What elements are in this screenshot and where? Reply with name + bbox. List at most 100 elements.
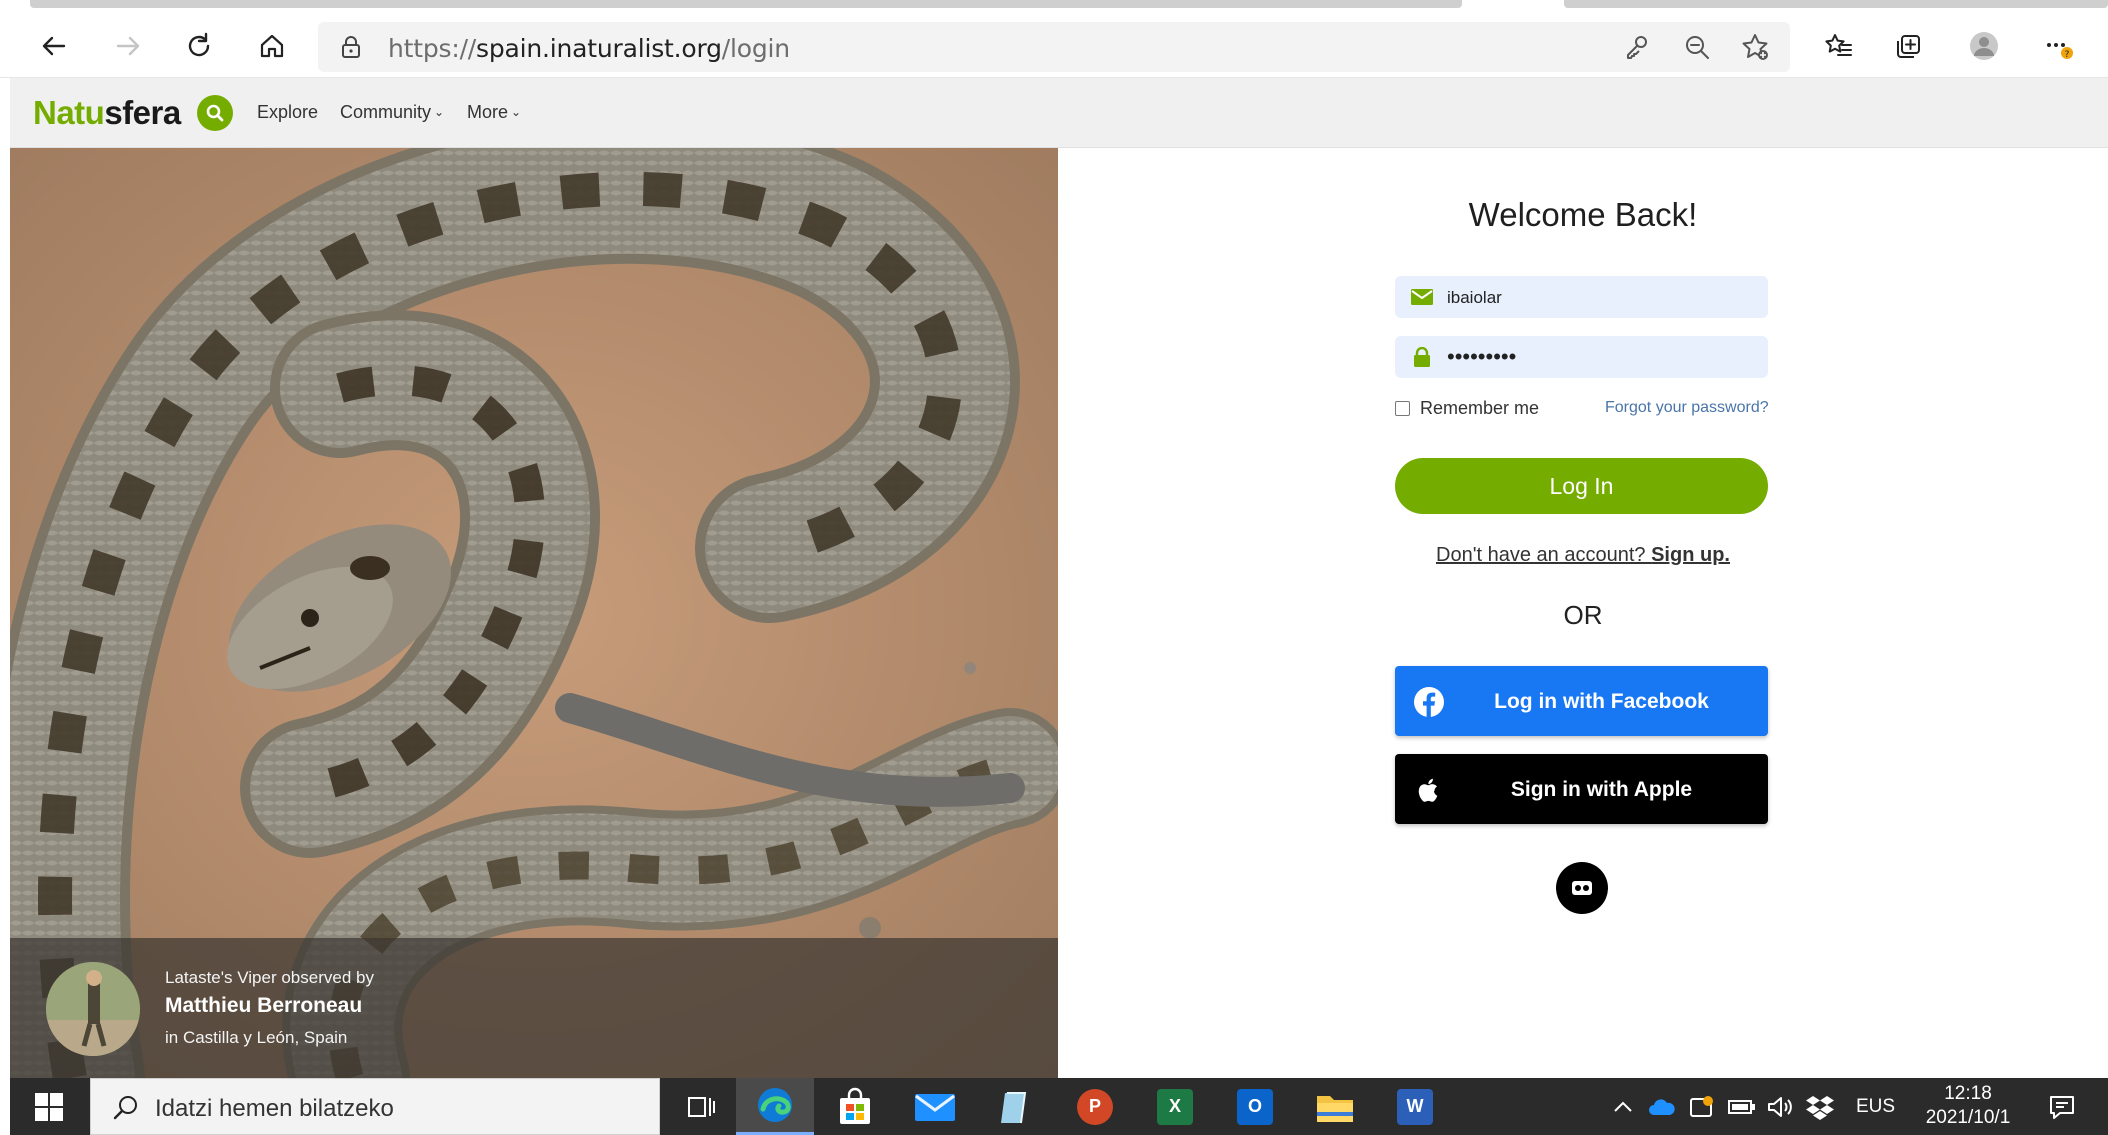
home-button[interactable]: [250, 24, 294, 68]
password-value: •••••••••: [1447, 344, 1517, 369]
url-host: spain.inaturalist.org: [476, 34, 722, 63]
observer-photo: [46, 962, 140, 1056]
url-text[interactable]: https://spain.inaturalist.org/login: [388, 34, 790, 63]
back-button[interactable]: [32, 24, 76, 68]
file-explorer-taskbar-button[interactable]: [1296, 1078, 1374, 1135]
page-title: Welcome Back!: [1468, 196, 1698, 233]
favorites-icon: [1825, 34, 1852, 56]
key-icon[interactable]: [1622, 32, 1652, 62]
taskbar-search[interactable]: Idatzi hemen bilatzeko: [90, 1078, 660, 1135]
flickr-icon: [1572, 881, 1592, 895]
address-bar[interactable]: https://spain.inaturalist.org/login: [318, 22, 1790, 72]
word-icon: W: [1397, 1088, 1433, 1125]
action-center-button[interactable]: [2042, 1078, 2082, 1135]
start-button[interactable]: [10, 1078, 88, 1135]
refresh-button[interactable]: [177, 24, 221, 68]
profile-icon: [1970, 32, 1998, 60]
collections-button[interactable]: [1886, 24, 1930, 68]
svg-text:?: ?: [2065, 50, 2070, 60]
home-icon: [260, 34, 284, 58]
notes-taskbar-button[interactable]: [976, 1078, 1054, 1135]
profile-button[interactable]: [1962, 24, 2006, 68]
volume-tray-button[interactable]: [1762, 1078, 1798, 1135]
remember-me-checkbox[interactable]: [1395, 401, 1410, 416]
edge-icon: [758, 1088, 792, 1122]
taskbar-clock[interactable]: 12:18 2021/10/1: [1910, 1082, 2026, 1130]
notes-icon: [1001, 1091, 1027, 1123]
windows-icon: [35, 1092, 63, 1121]
tray-app-button[interactable]: [1684, 1078, 1720, 1135]
chevron-up-icon: [1614, 1101, 1632, 1112]
onedrive-icon: [1649, 1098, 1675, 1115]
nav-community-label: Community: [340, 102, 432, 122]
login-button[interactable]: Log In: [1395, 458, 1768, 514]
signup-link[interactable]: Don't have an account? Sign up.: [1058, 544, 2108, 567]
edge-taskbar-button[interactable]: [736, 1078, 814, 1135]
notification-icon: [2050, 1095, 2074, 1119]
nav-explore[interactable]: Explore: [257, 102, 318, 123]
favorite-add-icon[interactable]: [1740, 32, 1770, 62]
zoom-out-icon[interactable]: [1682, 32, 1712, 62]
remember-me[interactable]: Remember me: [1395, 398, 1539, 419]
logo-prefix: Natu: [33, 94, 105, 131]
observer-name-link[interactable]: Matthieu Berroneau: [165, 994, 362, 1018]
url-scheme: https://: [388, 34, 477, 63]
username-field[interactable]: ibaiolar: [1395, 276, 1768, 318]
url-path: /login: [721, 34, 790, 63]
collections-icon: [1897, 35, 1920, 58]
outlook-icon: O: [1237, 1088, 1273, 1125]
input-language[interactable]: EUS: [1856, 1096, 1895, 1118]
username-value: ibaiolar: [1447, 288, 1502, 307]
password-field[interactable]: •••••••••: [1395, 336, 1768, 378]
lock-icon: [342, 36, 360, 58]
photo-caption: Lataste's Viper observed by Matthieu Ber…: [10, 938, 1058, 1078]
word-taskbar-button[interactable]: W: [1376, 1078, 1454, 1135]
flickr-login-button[interactable]: [1556, 862, 1608, 914]
battery-tray-button[interactable]: [1724, 1078, 1760, 1135]
more-button[interactable]: ?: [2036, 24, 2080, 68]
lock-icon: [1414, 347, 1430, 367]
forgot-password-link[interactable]: Forgot your password?: [1605, 399, 1769, 417]
site-search-button[interactable]: [197, 95, 233, 131]
nav-community[interactable]: Community ⌄: [340, 102, 444, 123]
tray-app-icon: [1690, 1095, 1713, 1117]
observer-avatar[interactable]: [46, 962, 140, 1056]
forward-button[interactable]: [106, 24, 150, 68]
dropbox-tray-button[interactable]: [1802, 1078, 1838, 1135]
dropbox-icon: [1806, 1095, 1834, 1120]
speaker-icon: [1768, 1096, 1792, 1117]
logo-suffix: sfera: [104, 94, 181, 131]
refresh-icon: [188, 32, 210, 57]
powerpoint-taskbar-button[interactable]: P: [1056, 1078, 1134, 1135]
store-taskbar-button[interactable]: [816, 1078, 894, 1135]
clock-time: 12:18: [1944, 1083, 1992, 1104]
signup-prefix: Don't have an account?: [1436, 544, 1646, 566]
excel-taskbar-button[interactable]: X: [1136, 1078, 1214, 1135]
mail-icon: [915, 1093, 955, 1121]
outlook-taskbar-button[interactable]: O: [1216, 1078, 1294, 1135]
envelope-icon: [1411, 289, 1433, 305]
facebook-login-button[interactable]: Log in with Facebook: [1395, 666, 1768, 736]
onedrive-tray-button[interactable]: [1644, 1078, 1680, 1135]
site-header: Natusfera Explore Community ⌄ More ⌄: [10, 78, 2108, 148]
natusfera-logo[interactable]: Natusfera: [33, 94, 181, 132]
caption-observed-by: Lataste's Viper observed by: [165, 968, 374, 987]
task-view-button[interactable]: [662, 1078, 740, 1135]
nav-more[interactable]: More ⌄: [467, 102, 521, 123]
chevron-down-icon: ⌄: [434, 105, 445, 119]
favorites-button[interactable]: [1816, 24, 1860, 68]
browser-tab[interactable]: [30, 0, 1462, 8]
excel-icon: X: [1157, 1088, 1193, 1125]
mail-taskbar-button[interactable]: [896, 1078, 974, 1135]
forward-icon: [116, 36, 140, 56]
apple-login-button[interactable]: Sign in with Apple: [1395, 754, 1768, 824]
hero-photo: Lataste's Viper observed by Matthieu Ber…: [10, 148, 1058, 1078]
show-hidden-icons-button[interactable]: [1606, 1078, 1640, 1135]
more-icon: ?: [2047, 43, 2073, 60]
nav-explore-label: Explore: [257, 102, 319, 122]
back-icon: [42, 36, 66, 56]
browser-toolbar: https://spain.inaturalist.org/login ?: [0, 14, 2108, 78]
nav-more-label: More: [467, 102, 509, 122]
folder-icon: [1317, 1095, 1353, 1122]
browser-tab[interactable]: [1564, 0, 2108, 8]
